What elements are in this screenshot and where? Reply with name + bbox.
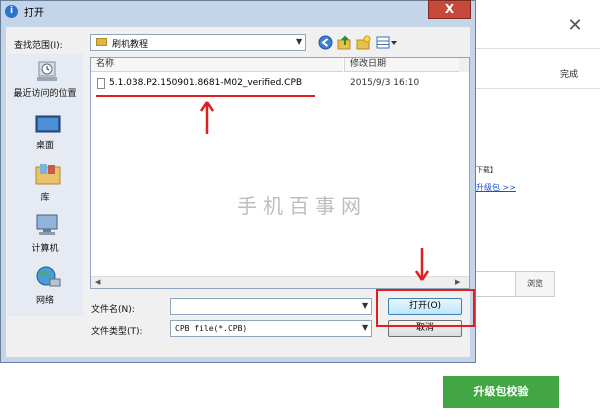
background-path-input[interactable] (470, 271, 516, 297)
column-header-modified[interactable]: 修改日期 (344, 58, 459, 72)
desktop-icon[interactable] (34, 113, 62, 137)
back-icon[interactable] (318, 35, 333, 50)
place-library-label[interactable]: 库 (7, 190, 83, 203)
look-in-value: 刷机教程 (112, 40, 149, 50)
dialog-close-button[interactable]: X (428, 0, 471, 19)
view-menu-icon[interactable] (376, 35, 398, 50)
annotation-arrow-up-icon (200, 101, 214, 134)
upgrade-package-verify-button[interactable]: 升级包校验 (443, 376, 559, 408)
place-computer-label[interactable]: 计算机 (7, 241, 83, 254)
file-type-select[interactable]: CPB file(*.CPB) (170, 320, 372, 337)
place-desktop-label[interactable]: 桌面 (7, 138, 83, 151)
file-name-input[interactable] (170, 298, 372, 315)
scroll-right-icon[interactable]: ▶ (455, 278, 460, 286)
dialog-title: 打开 (24, 8, 44, 19)
new-folder-icon[interactable] (356, 35, 371, 50)
file-name-label: 文件名(N): (91, 305, 135, 315)
look-in-label: 查找范围(I): (14, 41, 63, 51)
recent-places-icon[interactable] (34, 60, 62, 84)
background-divider (470, 88, 600, 89)
background-done-label: 完成 (560, 70, 579, 80)
file-name-cell[interactable]: 5.1.038.P2.150901.8681-M02_verified.CPB (109, 78, 302, 88)
background-download-text: 下载】 (476, 166, 497, 174)
file-icon (97, 78, 105, 89)
annotation-underline (96, 95, 315, 97)
file-list[interactable] (90, 57, 470, 289)
column-header-name[interactable]: 名称 (91, 58, 343, 72)
place-recent-label[interactable]: 最近访问的位置 (7, 86, 83, 99)
place-network-label[interactable]: 网络 (7, 293, 83, 306)
folder-icon (96, 38, 107, 46)
background-divider (470, 48, 600, 49)
network-icon[interactable] (34, 265, 62, 289)
background-upgrade-link[interactable]: 升级包 >> (476, 182, 516, 193)
horizontal-scrollbar[interactable] (91, 276, 469, 288)
file-type-label: 文件类型(T): (91, 327, 143, 337)
dialog-app-icon: i (5, 5, 18, 18)
scroll-left-icon[interactable]: ◀ (95, 278, 100, 286)
chevron-down-icon[interactable]: ▼ (362, 301, 368, 310)
annotation-highlight-box (376, 289, 475, 327)
library-icon[interactable] (34, 163, 62, 187)
computer-icon[interactable] (34, 213, 62, 237)
background-close-icon[interactable]: ✕ (563, 14, 587, 38)
column-header-filler (459, 58, 469, 72)
up-folder-icon[interactable] (337, 35, 352, 50)
file-modified-cell: 2015/9/3 16:10 (350, 78, 420, 88)
annotation-arrow-down-icon (415, 248, 429, 281)
chevron-down-icon[interactable]: ▼ (296, 37, 302, 46)
chevron-down-icon[interactable]: ▼ (362, 323, 368, 332)
watermark: 手机百事网 (237, 194, 367, 218)
background-browse-button[interactable]: 浏览 (515, 271, 555, 297)
